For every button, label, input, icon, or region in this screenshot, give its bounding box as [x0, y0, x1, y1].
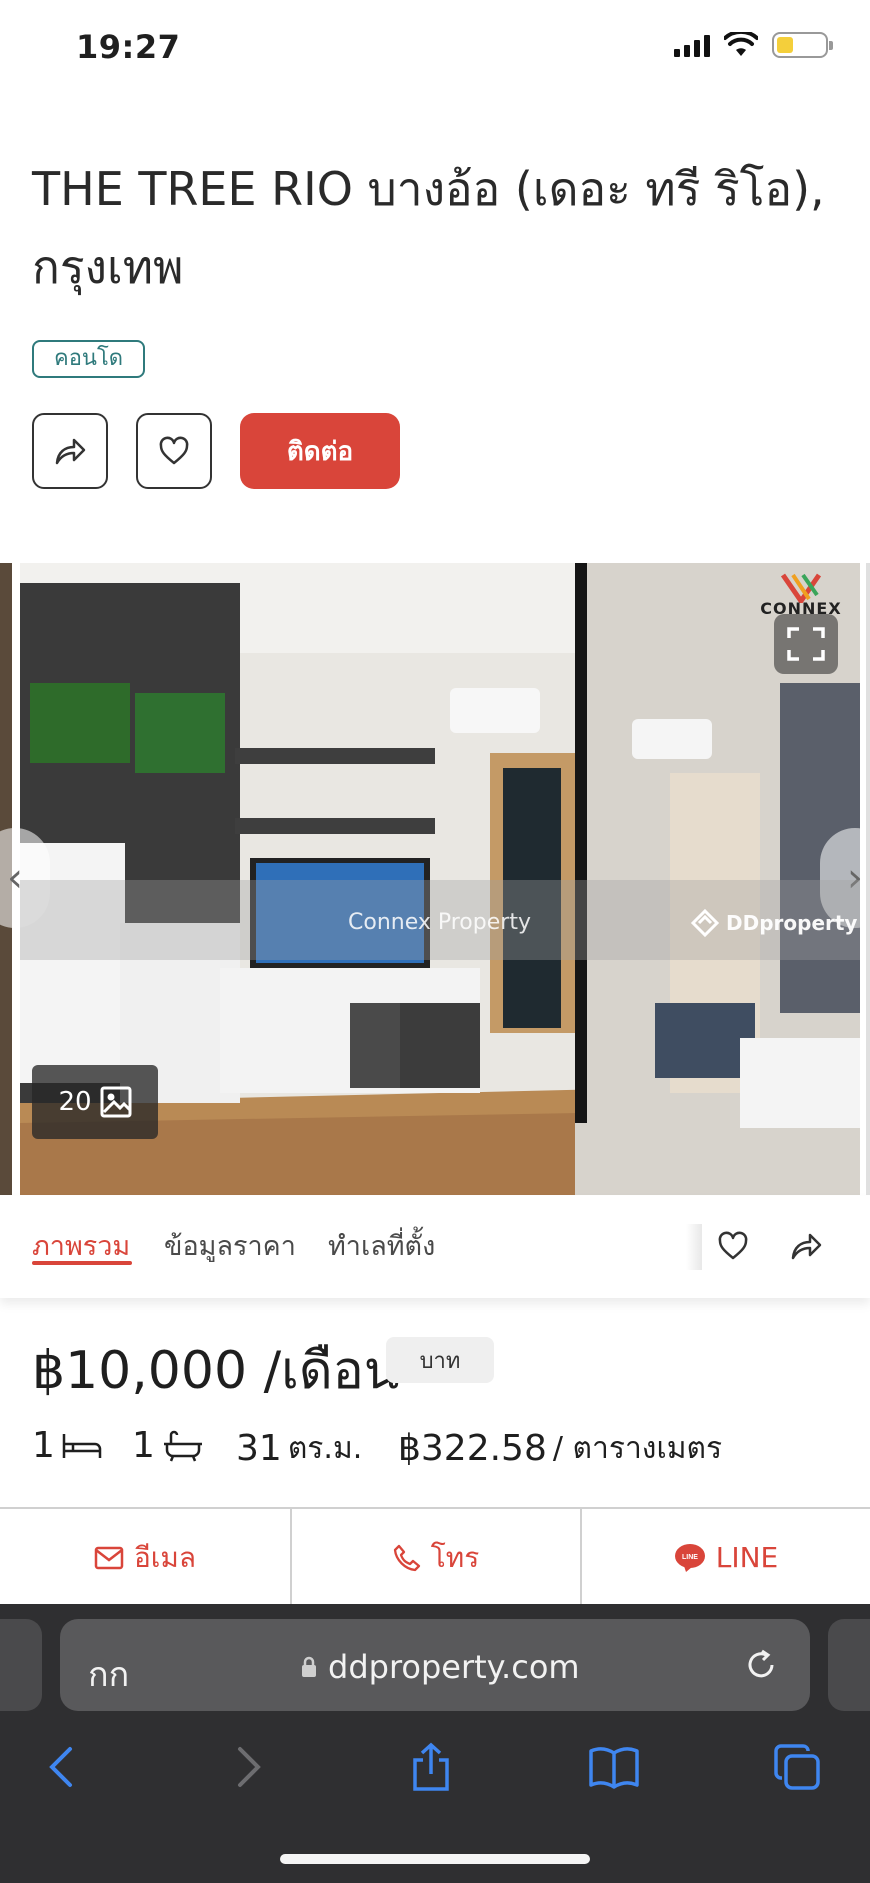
share-icon: [55, 438, 86, 465]
share-button[interactable]: [32, 413, 108, 489]
currency-selector[interactable]: บาท: [386, 1337, 494, 1383]
url-text: ddproperty.com: [328, 1648, 580, 1686]
area-value: 31: [236, 1428, 282, 1469]
tab-price-info[interactable]: ข้อมูลราคา: [164, 1224, 296, 1267]
tabs-button[interactable]: [770, 1740, 824, 1794]
share-sheet-icon: [413, 1742, 449, 1791]
watermark-ddproperty: DDproperty: [690, 908, 857, 938]
favorite-button[interactable]: [136, 413, 212, 489]
bed-icon: [62, 1433, 102, 1458]
lock-icon: [302, 1656, 316, 1677]
tabs-share-button[interactable]: [786, 1226, 826, 1266]
chevron-right-icon: [238, 1747, 261, 1787]
previous-tab-peek[interactable]: [0, 1619, 42, 1711]
status-time: 19:27: [76, 28, 181, 66]
price: ฿10,000 /เดือน: [32, 1341, 400, 1401]
heart-icon: [159, 436, 189, 465]
connex-logo: CONNEX: [756, 573, 846, 618]
tabs-favorite-button[interactable]: [713, 1226, 753, 1266]
area-unit: ตร.ม.: [287, 1431, 363, 1466]
property-type-tag: คอนโด: [32, 340, 146, 378]
bedrooms-spec: 1: [32, 1425, 103, 1466]
tab-location[interactable]: ทำเลที่ตั้ง: [328, 1224, 435, 1267]
price-per-sqm-unit: / ตารางเมตร: [552, 1431, 723, 1466]
chevron-left-icon: [49, 1747, 72, 1787]
status-bar: 19:27: [0, 0, 870, 96]
forward-button[interactable]: [222, 1740, 276, 1794]
next-tab-peek[interactable]: [828, 1619, 870, 1711]
bathtub-icon: [163, 1430, 202, 1461]
reader-settings-button[interactable]: กก: [88, 1647, 129, 1701]
price-per-sqm-spec: ฿322.58 / ตารางเมตร: [398, 1425, 722, 1472]
line-icon: LINE: [674, 1543, 705, 1572]
mail-icon: [94, 1546, 124, 1569]
status-icons: [674, 32, 833, 58]
fullscreen-button[interactable]: [774, 614, 838, 674]
url-display[interactable]: ddproperty.com: [300, 1648, 580, 1686]
tabs-icon: [774, 1744, 820, 1790]
heart-icon: [718, 1231, 748, 1260]
signal-icon: [674, 33, 710, 57]
bookmarks-button[interactable]: [587, 1740, 641, 1794]
share-sheet-button[interactable]: [404, 1740, 458, 1794]
photo-count: 20: [58, 1087, 92, 1117]
wifi-icon: [724, 32, 758, 56]
contact-button[interactable]: ติดต่อ: [240, 413, 400, 489]
back-button[interactable]: [34, 1740, 88, 1794]
call-button[interactable]: โทร: [292, 1509, 580, 1606]
email-button[interactable]: อีเมล: [0, 1509, 290, 1606]
watermark-connex: Connex Property: [348, 910, 531, 935]
book-icon: [589, 1747, 639, 1789]
svg-text:LINE: LINE: [682, 1554, 698, 1561]
next-slide-peek: [866, 563, 870, 1195]
contact-bar: อีเมล โทร LINE LINE: [0, 1507, 870, 1606]
active-tab-indicator: [32, 1261, 132, 1265]
expand-icon: [787, 627, 825, 661]
tabs-scroll-fade: [686, 1224, 702, 1270]
share-icon: [791, 1233, 822, 1260]
reload-button[interactable]: [744, 1648, 778, 1686]
phone-icon: [393, 1544, 420, 1571]
bedrooms-count: 1: [32, 1425, 55, 1466]
ddproperty-logo-icon: [690, 908, 720, 938]
listing-title: THE TREE RIO บางอ้อ (เดอะ ทรี ริโอ), กรุ…: [32, 162, 825, 294]
price-per-sqm: ฿322.58: [398, 1428, 547, 1469]
photo-count-badge[interactable]: 20: [32, 1065, 158, 1139]
image-icon: [100, 1086, 132, 1118]
bathrooms-count: 1: [132, 1425, 155, 1466]
bathrooms-spec: 1: [132, 1425, 205, 1466]
reload-icon: [748, 1649, 774, 1678]
home-indicator: [280, 1854, 590, 1864]
area-spec: 31 ตร.ม.: [236, 1425, 362, 1472]
battery-icon: [772, 32, 833, 58]
line-button[interactable]: LINE LINE: [582, 1509, 870, 1606]
